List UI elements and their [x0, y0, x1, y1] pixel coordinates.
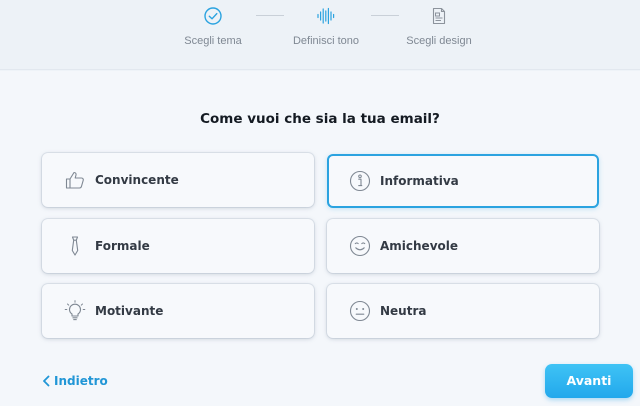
- info-icon: [349, 170, 371, 192]
- lightbulb-icon: [64, 300, 86, 321]
- chevron-left-icon: [43, 375, 50, 387]
- step-connector: [256, 15, 284, 16]
- step-connector: [371, 15, 399, 16]
- progress-stepper: Scegli tema Definisci tono Scegli design: [0, 0, 640, 70]
- step-label: Scegli design: [406, 35, 472, 47]
- option-label: Neutra: [380, 304, 427, 318]
- main-content: Come vuoi che sia la tua email? Convince…: [0, 71, 640, 406]
- option-label: Amichevole: [380, 239, 459, 253]
- option-convincente[interactable]: Convincente: [42, 153, 314, 207]
- step-label: Scegli tema: [184, 35, 242, 47]
- option-neutra[interactable]: Neutra: [327, 284, 599, 338]
- check-circle-icon: [204, 7, 222, 25]
- option-label: Convincente: [95, 173, 179, 187]
- tie-icon: [71, 236, 79, 256]
- option-label: Motivante: [95, 304, 164, 318]
- back-label: Indietro: [54, 374, 108, 388]
- option-amichevole[interactable]: Amichevole: [327, 219, 599, 273]
- design-document-icon: [432, 7, 446, 25]
- next-button[interactable]: Avanti: [545, 364, 633, 398]
- step-label: Definisci tono: [292, 35, 360, 47]
- back-link[interactable]: Indietro: [42, 373, 108, 389]
- option-label: Informativa: [380, 174, 459, 188]
- thumbs-up-icon: [65, 171, 84, 189]
- option-label: Formale: [95, 239, 150, 253]
- page-title: Come vuoi che sia la tua email?: [200, 111, 440, 127]
- option-motivante[interactable]: Motivante: [42, 284, 314, 338]
- sound-wave-icon: [317, 7, 335, 25]
- neutral-face-icon: [349, 300, 371, 322]
- winking-face-icon: [349, 235, 371, 257]
- option-formale[interactable]: Formale: [42, 219, 314, 273]
- option-informativa[interactable]: Informativa: [327, 154, 599, 208]
